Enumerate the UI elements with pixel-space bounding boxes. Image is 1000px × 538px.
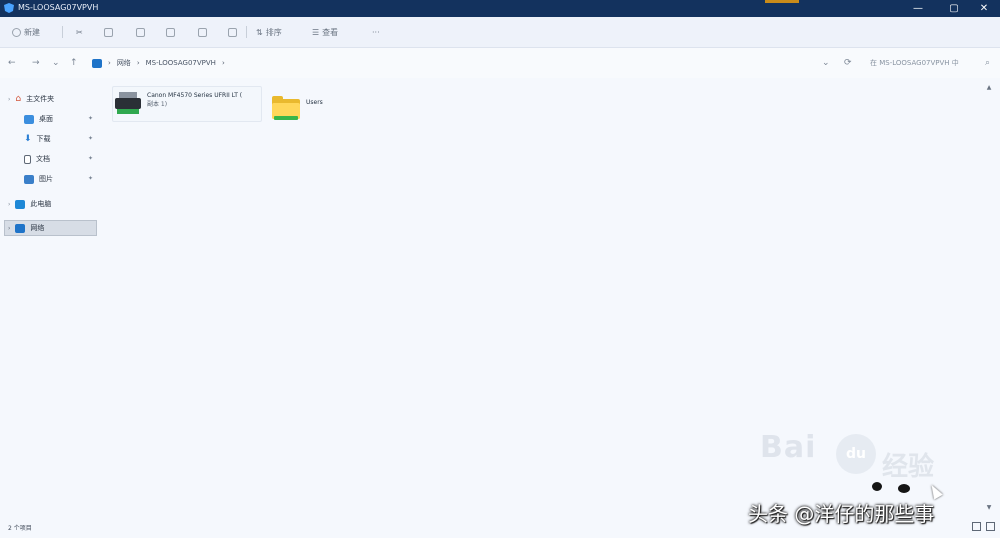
new-icon bbox=[12, 27, 21, 37]
pc-icon bbox=[15, 199, 26, 209]
breadcrumb[interactable]: › 网络 › MS-LOOSAG07VPVH › bbox=[92, 57, 225, 69]
pin-icon: ✦ bbox=[88, 115, 94, 122]
chevron-right-icon: › bbox=[136, 59, 140, 67]
baidu-jingyan-watermark: 经验 bbox=[882, 452, 935, 482]
sidebar-item-this-pc[interactable]: › 此电脑 bbox=[8, 196, 51, 212]
maximize-button[interactable]: ▢ bbox=[940, 1, 968, 16]
pin-icon: ✦ bbox=[88, 135, 94, 142]
sidebar-item-downloads[interactable]: ⬇ 下载 ✦ bbox=[24, 131, 98, 147]
toolbar-divider bbox=[246, 26, 247, 38]
chevron-right-icon: › bbox=[8, 200, 11, 208]
users-folder-item[interactable]: Users bbox=[272, 86, 362, 122]
pin-icon: ✦ bbox=[88, 175, 94, 182]
sidebar-item-label: 图片 bbox=[39, 175, 53, 183]
sidebar-item-documents[interactable]: 文档 ✦ bbox=[24, 151, 98, 167]
close-button[interactable]: ✕ bbox=[970, 1, 998, 16]
sidebar-item-label: 桌面 bbox=[39, 115, 53, 123]
copy-icon bbox=[104, 27, 113, 37]
download-icon: ⬇ bbox=[24, 134, 32, 144]
sidebar-item-network[interactable]: › 网络 bbox=[4, 220, 97, 236]
address-dropdown-icon[interactable]: ⌄ bbox=[822, 58, 830, 68]
view-button[interactable]: ☰ 查看 bbox=[312, 25, 338, 39]
details-view-icon[interactable] bbox=[972, 522, 981, 531]
refresh-button[interactable]: ⟳ bbox=[844, 58, 852, 68]
up-button[interactable]: ↑ bbox=[70, 58, 78, 68]
taskbar-progress-indicator bbox=[765, 0, 799, 3]
back-button[interactable]: ← bbox=[8, 58, 16, 68]
delete-icon bbox=[228, 27, 237, 37]
status-bar: 2 个项目 bbox=[0, 520, 1000, 538]
sidebar-item-label: 网络 bbox=[30, 224, 45, 232]
baidu-paw-text: du bbox=[846, 446, 866, 462]
window-title: MS-LOOSAG07VPVH bbox=[18, 3, 99, 12]
minimize-button[interactable]: — bbox=[904, 1, 932, 16]
printer-icon bbox=[115, 92, 141, 118]
search-box[interactable]: 在 MS-LOOSAG07VPVH 中 ⌕ bbox=[870, 56, 990, 70]
new-button[interactable]: 新建 bbox=[12, 25, 40, 39]
file-explorer-icon bbox=[4, 3, 14, 13]
item-count: 2 个项目 bbox=[8, 525, 32, 532]
chevron-right-icon: › bbox=[8, 95, 11, 103]
search-placeholder: 在 MS-LOOSAG07VPVH 中 bbox=[870, 59, 959, 67]
delete-button[interactable] bbox=[228, 25, 237, 39]
desktop-icon bbox=[24, 114, 34, 124]
toolbar-divider bbox=[62, 26, 63, 38]
sidebar-item-label: 文档 bbox=[36, 155, 50, 163]
folder-name: Users bbox=[306, 99, 323, 106]
chevron-right-icon: › bbox=[8, 224, 11, 232]
new-label: 新建 bbox=[24, 27, 40, 37]
pictures-icon bbox=[24, 174, 34, 184]
navigation-pane: › ⌂ 主文件夹 桌面 ✦ ⬇ 下载 ✦ 文档 ✦ 图片 ✦ › 此电脑 › 网… bbox=[0, 80, 100, 520]
folder-icon bbox=[272, 96, 300, 120]
sidebar-item-label: 此电脑 bbox=[30, 200, 52, 208]
chevron-right-icon: › bbox=[108, 59, 111, 67]
printer-item[interactable]: Canon MF4570 Series UFRII LT ( 副本 1) bbox=[112, 86, 262, 122]
breadcrumb-host[interactable]: MS-LOOSAG07VPVH bbox=[146, 59, 216, 67]
sidebar-item-pictures[interactable]: 图片 ✦ bbox=[24, 171, 98, 187]
chevron-right-icon: › bbox=[221, 59, 225, 67]
scroll-down-icon[interactable]: ▼ bbox=[984, 504, 994, 514]
sort-label: 排序 bbox=[265, 27, 282, 37]
command-bar: 新建 ✂ ⇅ 排序 ☰ 查看 ··· bbox=[0, 17, 1000, 48]
document-icon bbox=[24, 154, 31, 164]
printer-text: Canon MF4570 Series UFRII LT ( 副本 1) bbox=[147, 89, 242, 109]
sidebar-item-home[interactable]: › ⌂ 主文件夹 bbox=[8, 91, 54, 107]
paste-button[interactable] bbox=[136, 25, 145, 39]
share-icon bbox=[198, 27, 207, 37]
sidebar-item-label: 主文件夹 bbox=[26, 95, 55, 103]
sidebar-item-label: 下载 bbox=[36, 135, 51, 143]
printer-subtitle: 副本 1) bbox=[147, 101, 168, 108]
view-icon: ☰ bbox=[312, 27, 320, 37]
sidebar-item-desktop[interactable]: 桌面 ✦ bbox=[24, 111, 98, 127]
network-location-icon bbox=[92, 58, 102, 68]
cut-button[interactable]: ✂ bbox=[76, 25, 83, 39]
sort-icon: ⇅ bbox=[256, 27, 263, 37]
vertical-scrollbar[interactable]: ▲ ▼ bbox=[984, 80, 994, 520]
scroll-up-icon[interactable]: ▲ bbox=[984, 84, 994, 94]
search-icon: ⌕ bbox=[984, 58, 990, 68]
printer-name: Canon MF4570 Series UFRII LT ( bbox=[147, 92, 243, 99]
baidu-watermark-text: Bai bbox=[760, 430, 817, 465]
recent-dropdown-icon[interactable]: ⌄ bbox=[52, 58, 60, 68]
share-button[interactable] bbox=[198, 25, 207, 39]
address-bar: ← → ⌄ ↑ › 网络 › MS-LOOSAG07VPVH › ⌄ ⟳ 在 M… bbox=[0, 48, 1000, 78]
baidu-paw-logo: du bbox=[836, 434, 876, 474]
breadcrumb-network[interactable]: 网络 bbox=[117, 58, 131, 68]
forward-button[interactable]: → bbox=[32, 58, 40, 68]
more-button[interactable]: ··· bbox=[372, 25, 380, 39]
baidu-watermark: Bai bbox=[760, 430, 816, 465]
rename-icon bbox=[166, 27, 175, 37]
sort-button[interactable]: ⇅ 排序 bbox=[256, 25, 282, 39]
tiles-view-icon[interactable] bbox=[986, 522, 995, 531]
view-label: 查看 bbox=[322, 27, 339, 37]
more-icon: ··· bbox=[372, 27, 380, 37]
network-icon bbox=[15, 223, 26, 233]
rename-button[interactable] bbox=[166, 25, 175, 39]
title-bar: MS-LOOSAG07VPVH — ▢ ✕ bbox=[0, 0, 1000, 17]
copy-button[interactable] bbox=[104, 25, 113, 39]
paste-icon bbox=[136, 27, 145, 37]
cut-icon: ✂ bbox=[76, 27, 83, 37]
pin-icon: ✦ bbox=[88, 155, 94, 162]
home-icon: ⌂ bbox=[15, 94, 22, 104]
